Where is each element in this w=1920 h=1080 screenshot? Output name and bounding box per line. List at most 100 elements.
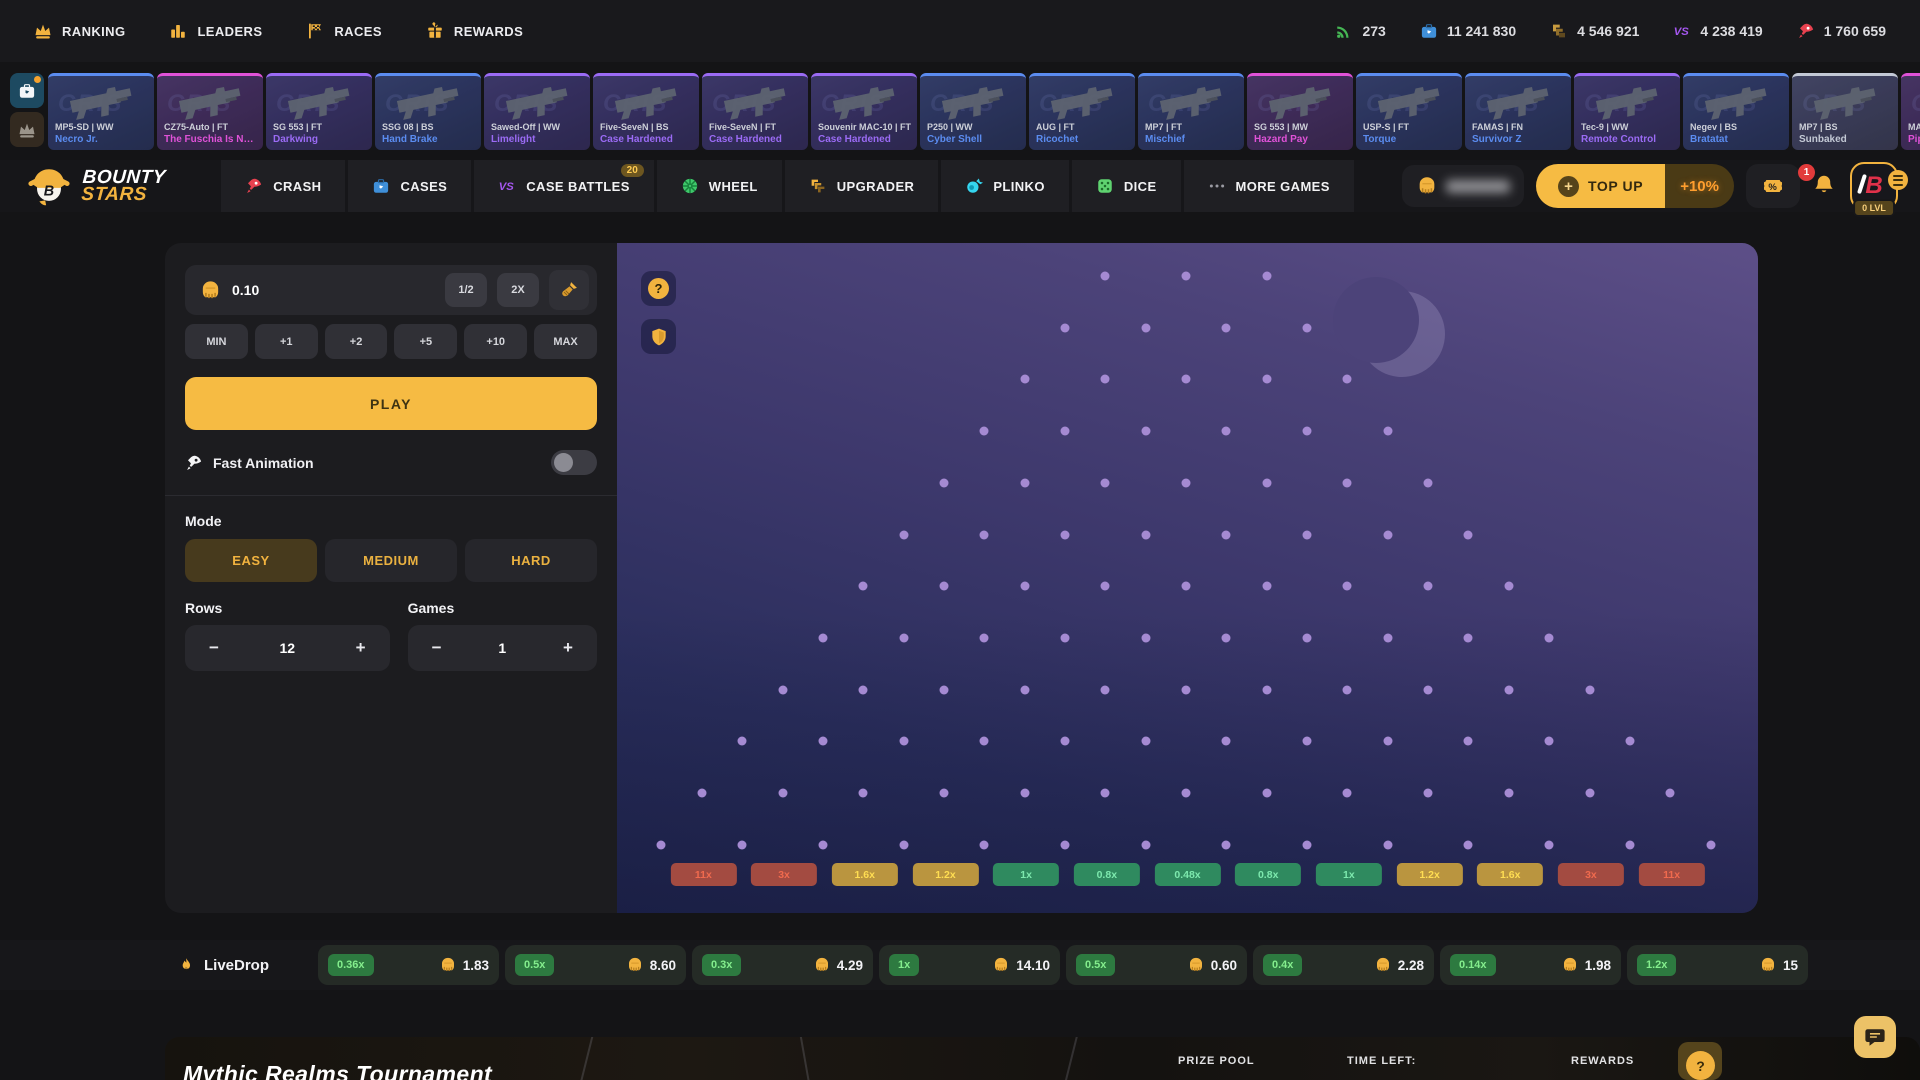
- livedrop-item[interactable]: 0.5x 0.60: [1066, 945, 1247, 985]
- top-link[interactable]: REWARDS: [426, 22, 523, 40]
- peg: [1141, 840, 1150, 849]
- drop-card[interactable]: CRIS Five-SeveN | BS Case Hardened: [593, 73, 699, 150]
- nav-item[interactable]: CRASH: [221, 160, 345, 212]
- peg: [1303, 633, 1312, 642]
- peg: [1222, 737, 1231, 746]
- top-link[interactable]: RACES: [306, 22, 382, 40]
- drop-card[interactable]: CRIS USP-S | FT Torque: [1356, 73, 1462, 150]
- quick-bet-button[interactable]: MIN: [185, 324, 248, 359]
- weapon-name: MAC-10: [1908, 122, 1920, 133]
- fast-animation-toggle[interactable]: [551, 450, 597, 475]
- nav-item-label: PLINKO: [993, 179, 1045, 194]
- rows-decrement[interactable]: −: [201, 638, 227, 658]
- stat-value: 11 241 830: [1447, 23, 1516, 39]
- nav-item-label: CASE BATTLES: [526, 179, 630, 194]
- livedrop-item[interactable]: 0.5x 8.60: [505, 945, 686, 985]
- nav-item[interactable]: VS CASE BATTLES 20: [474, 160, 654, 212]
- peg: [1060, 530, 1069, 539]
- peg: [818, 840, 827, 849]
- quick-bet-button[interactable]: +2: [325, 324, 388, 359]
- drop-card[interactable]: CRIS Negev | BS Bratatat: [1683, 73, 1789, 150]
- drop-card[interactable]: CRIS Tec-9 | WW Remote Control: [1574, 73, 1680, 150]
- peg: [1222, 323, 1231, 332]
- livedrop-item[interactable]: 0.14x 1.98: [1440, 945, 1621, 985]
- nav-item[interactable]: DICE: [1072, 160, 1181, 212]
- livedrop-value: 4.29: [837, 958, 863, 973]
- promo-ticket-button[interactable]: %: [1746, 164, 1800, 208]
- peg: [1625, 840, 1634, 849]
- clear-bet-button[interactable]: [549, 270, 589, 310]
- shield-icon: [649, 327, 669, 347]
- livedrop-multiplier: 0.4x: [1263, 954, 1302, 976]
- weapon-name: FAMAS | FN: [1472, 122, 1567, 133]
- bet-amount-input[interactable]: 0.10 1/2 2X: [185, 265, 597, 315]
- drop-card[interactable]: CRIS SSG 08 | BS Hand Brake: [375, 73, 481, 150]
- profile-menu[interactable]: B 0 LVL: [1850, 162, 1898, 210]
- games-decrement[interactable]: −: [424, 638, 450, 658]
- play-button[interactable]: PLAY: [185, 377, 597, 430]
- nav-item[interactable]: MORE GAMES: [1184, 160, 1354, 212]
- drop-card[interactable]: CRIS AUG | FT Ricochet: [1029, 73, 1135, 150]
- feed-filter-best[interactable]: [10, 112, 44, 147]
- drop-card[interactable]: CRIS MP7 | BS Sunbaked: [1792, 73, 1898, 150]
- notification-dot: [34, 76, 41, 83]
- case-icon: [1420, 22, 1438, 40]
- top-link[interactable]: LEADERS: [169, 22, 262, 40]
- mode-option[interactable]: HARD: [465, 539, 597, 582]
- rows-increment[interactable]: +: [348, 638, 374, 658]
- quick-bet-button[interactable]: +5: [394, 324, 457, 359]
- half-bet-button[interactable]: 1/2: [445, 273, 487, 307]
- livedrop-multiplier: 0.14x: [1450, 954, 1496, 976]
- top-link[interactable]: RANKING: [34, 22, 125, 40]
- mode-option[interactable]: MEDIUM: [325, 539, 457, 582]
- peg: [1424, 582, 1433, 591]
- livedrop-value: 8.60: [650, 958, 676, 973]
- drop-card[interactable]: CRIS SG 553 | MW Hazard Pay: [1247, 73, 1353, 150]
- tournament-info-button[interactable]: ?: [1686, 1051, 1715, 1080]
- nav-item[interactable]: CASES: [348, 160, 471, 212]
- weapon-skin: Torque: [1363, 134, 1458, 147]
- games-increment[interactable]: +: [555, 638, 581, 658]
- fairness-button[interactable]: [641, 319, 676, 354]
- double-bet-button[interactable]: 2X: [497, 273, 539, 307]
- livedrop-item[interactable]: 0.4x 2.28: [1253, 945, 1434, 985]
- stat-value: 1 760 659: [1824, 23, 1886, 39]
- nav-item[interactable]: WHEEL: [657, 160, 782, 212]
- quick-bet-button[interactable]: +10: [464, 324, 527, 359]
- balance-pill[interactable]: [1402, 165, 1524, 207]
- peg: [1504, 789, 1513, 798]
- drop-card[interactable]: CRIS SG 553 | FT Darkwing: [266, 73, 372, 150]
- livedrop-item[interactable]: 1x 14.10: [879, 945, 1060, 985]
- livedrop-item[interactable]: 1.2x 15: [1627, 945, 1808, 985]
- mode-option[interactable]: EASY: [185, 539, 317, 582]
- stat-counter: 1 760 659: [1797, 22, 1886, 40]
- drop-card[interactable]: CRIS MAC-10 Pipsqueak: [1901, 73, 1920, 150]
- drop-card[interactable]: CRIS MP7 | FT Mischief: [1138, 73, 1244, 150]
- quick-bet-button[interactable]: MAX: [534, 324, 597, 359]
- notifications-button[interactable]: 1: [1812, 173, 1838, 199]
- tournament-banner[interactable]: Mythic Realms Tournament PRIZE POOL TIME…: [165, 1037, 1920, 1080]
- drop-card[interactable]: CRIS CZ75-Auto | FT The Fuschia Is N…: [157, 73, 263, 150]
- drop-card[interactable]: CRIS P250 | WW Cyber Shell: [920, 73, 1026, 150]
- drop-card[interactable]: CRIS Five-SeveN | FT Case Hardened: [702, 73, 808, 150]
- drop-card[interactable]: CRIS Souvenir MAC-10 | FT Case Hardened: [811, 73, 917, 150]
- nav-item[interactable]: UPGRADER: [785, 160, 939, 212]
- case-white-icon: [18, 82, 36, 100]
- chat-button[interactable]: [1854, 1016, 1896, 1058]
- help-button[interactable]: ?: [641, 271, 676, 306]
- drop-card[interactable]: CRIS MP5-SD | WW Necro Jr.: [48, 73, 154, 150]
- weapon-skin: Case Hardened: [600, 134, 695, 147]
- livedrop-item[interactable]: 0.36x 1.83: [318, 945, 499, 985]
- logo[interactable]: B BOUNTY STARS: [26, 163, 165, 209]
- topup-button[interactable]: + TOP UP +10%: [1536, 164, 1734, 208]
- peg: [1182, 685, 1191, 694]
- nav-item[interactable]: PLINKO: [941, 160, 1069, 212]
- fast-animation-row: Fast Animation: [185, 450, 597, 475]
- feed-filter-cases[interactable]: [10, 73, 44, 108]
- weapon-skin: The Fuschia Is N…: [164, 134, 259, 147]
- drop-card[interactable]: CRIS FAMAS | FN Survivor Z: [1465, 73, 1571, 150]
- drop-card[interactable]: CRIS Sawed-Off | WW Limelight: [484, 73, 590, 150]
- quick-bet-button[interactable]: +1: [255, 324, 318, 359]
- livedrop-item[interactable]: 0.3x 4.29: [692, 945, 873, 985]
- peg: [1383, 633, 1392, 642]
